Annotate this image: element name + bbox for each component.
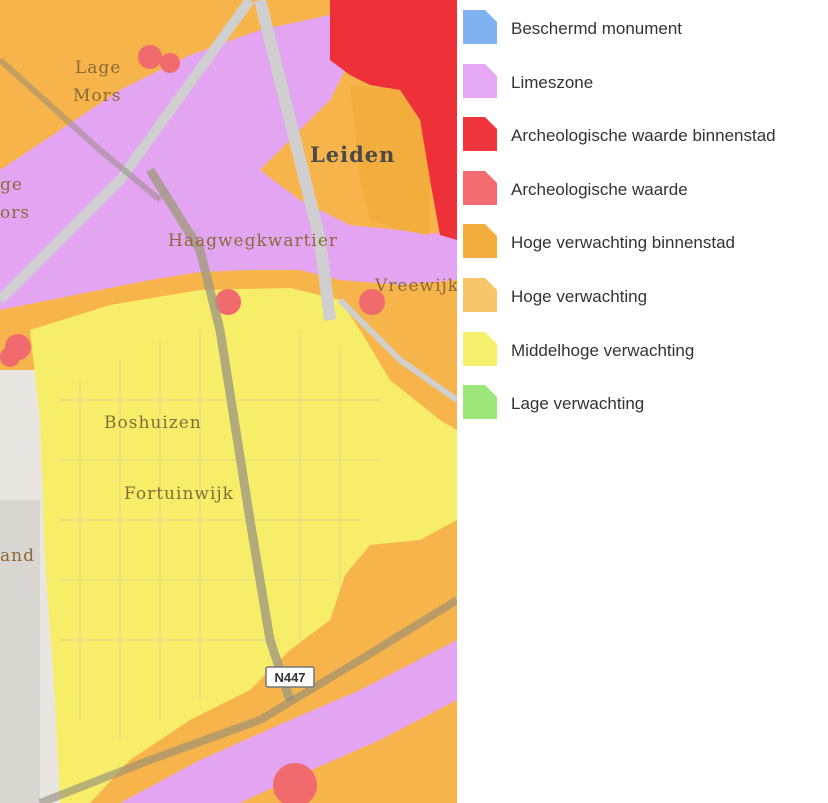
site-archeologische-waarde-6 [0, 347, 20, 367]
site-archeologische-waarde-2 [160, 53, 180, 73]
legend-item: Lage verwachting [463, 385, 828, 425]
place-label-and: and [0, 546, 35, 566]
legend-swatch [463, 117, 497, 152]
legend-label: Hoge verwachting binnenstad [511, 233, 735, 253]
legend-label: Middelhoge verwachting [511, 340, 695, 360]
legend-item: Limeszone [463, 63, 828, 104]
place-label-leiden: Leiden [310, 142, 395, 167]
place-label-fortuinwijk: Fortuinwijk [124, 484, 234, 504]
road-shield-n447: N447 [265, 666, 315, 688]
road-shield-label: N447 [274, 670, 305, 685]
place-label-lage: Lage [75, 58, 121, 78]
place-label-ge: ge [0, 175, 23, 195]
legend-label: Archeologische waarde [511, 179, 688, 199]
legend-swatch [463, 224, 497, 259]
legend-item: Middelhoge verwachting [463, 331, 828, 372]
legend-label: Limeszone [511, 72, 594, 92]
map-legend: Beschermd monument Limeszone Archeologisch… [463, 0, 828, 440]
legend-swatch [463, 170, 497, 205]
legend-swatch [463, 63, 497, 98]
site-archeologische-waarde-1 [138, 45, 162, 69]
legend-item: Archeologische waarde [463, 170, 828, 211]
place-label-ors: ors [0, 203, 30, 223]
legend-item: Hoge verwachting [463, 278, 828, 318]
place-label-haagwegkwartier: Haagwegkwartier [168, 231, 338, 251]
legend-swatch [463, 278, 497, 312]
legend-item: Beschermd monument [463, 10, 828, 50]
legend-label: Hoge verwachting [511, 287, 648, 306]
place-label-boshuizen: Boshuizen [104, 413, 202, 433]
legend-label: Beschermd monument [511, 19, 683, 38]
archaeology-map[interactable]: Lage Mors ge ors Leiden Haagwegkwartier … [0, 0, 457, 803]
map-canvas[interactable]: Lage Mors ge ors Leiden Haagwegkwartier … [0, 0, 457, 803]
legend-label: Lage verwachting [511, 394, 645, 414]
legend-item: Archeologische waarde binnenstad [463, 117, 828, 157]
place-label-mors: Mors [73, 86, 122, 106]
place-label-vreewijk: Vreewijk [374, 276, 457, 296]
legend-item: Hoge verwachting binnenstad [463, 224, 828, 264]
legend-swatch [463, 331, 497, 366]
legend-label: Archeologische waarde binnenstad [511, 126, 776, 146]
legend-swatch [463, 385, 497, 420]
legend-swatch [463, 10, 497, 44]
